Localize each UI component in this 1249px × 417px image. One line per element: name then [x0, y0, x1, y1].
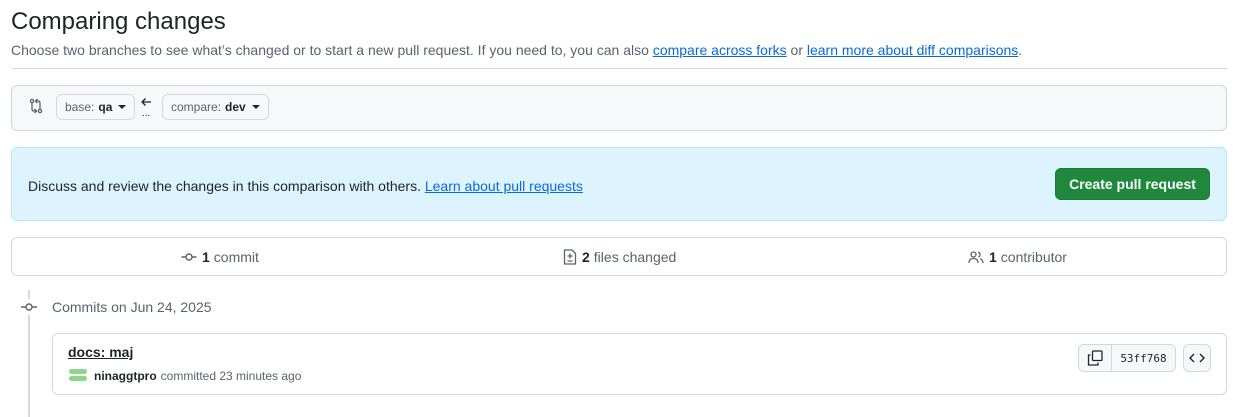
git-commit-icon: [181, 252, 197, 261]
files-count: 2: [582, 248, 590, 265]
base-prefix: base:: [65, 100, 95, 114]
base-branch-name: qa: [98, 100, 113, 114]
flash-message: Discuss and review the changes in this c…: [28, 178, 583, 194]
base-branch-select[interactable]: base: qa: [56, 94, 136, 120]
subtitle-or: or: [786, 42, 807, 58]
header-divider: [11, 68, 1227, 69]
arrow-left-icon: [141, 98, 151, 106]
range-dots: ...: [142, 108, 151, 119]
learn-diff-comparisons-link[interactable]: learn more about diff comparisons: [807, 42, 1018, 58]
learn-pull-requests-link[interactable]: Learn about pull requests: [425, 178, 583, 194]
compare-prefix: compare:: [171, 100, 222, 114]
commit-item: docs: maj ninaggtpro committed 23 minutes…: [52, 333, 1227, 395]
subtitle-end: .: [1018, 42, 1023, 58]
copy-sha-button[interactable]: [1078, 344, 1112, 372]
commits-label: commit: [213, 248, 259, 265]
commits-tab[interactable]: 1 commit: [181, 238, 259, 275]
chevron-down-icon: [251, 105, 260, 109]
avatar[interactable]: [68, 368, 88, 384]
page-subtitle: Choose two branches to see what’s change…: [11, 42, 1022, 58]
git-commit-icon: [20, 299, 38, 315]
commit-meta: ninaggtpro committed 23 minutes ago: [68, 368, 301, 384]
commit-time: committed 23 minutes ago: [160, 369, 302, 383]
code-icon: [1189, 353, 1205, 363]
contributors-label: contributor: [1000, 248, 1067, 265]
people-icon: [968, 250, 984, 263]
page-title: Comparing changes: [11, 8, 226, 35]
create-pull-request-button[interactable]: Create pull request: [1055, 168, 1210, 200]
commit-sha-group: 53ff768: [1078, 344, 1176, 372]
contributors-count: 1: [989, 248, 997, 265]
commit-author[interactable]: ninaggtpro: [94, 369, 157, 383]
files-changed-tab[interactable]: 2 files changed: [563, 238, 676, 275]
files-label: files changed: [593, 248, 677, 265]
pull-request-flash: Discuss and review the changes in this c…: [11, 147, 1227, 221]
flash-text: Discuss and review the changes in this c…: [28, 178, 425, 194]
copy-icon: [1087, 350, 1103, 366]
file-diff-icon: [563, 248, 577, 265]
git-compare-icon: [29, 98, 43, 114]
contributors-tab[interactable]: 1 contributor: [968, 238, 1067, 275]
chevron-down-icon: [118, 105, 127, 109]
browse-repository-button[interactable]: [1183, 344, 1211, 372]
commits-date-heading: Commits on Jun 24, 2025: [52, 299, 212, 315]
commits-count: 1: [202, 248, 210, 265]
commit-message-link[interactable]: docs: maj: [68, 344, 133, 360]
commit-sha-button[interactable]: 53ff768: [1112, 344, 1176, 372]
compare-branch-select[interactable]: compare: dev: [162, 94, 269, 120]
range-editor: base: qa ... compare: dev: [11, 85, 1227, 131]
comparison-summary: 1 commit 2 files changed 1 contributor: [11, 237, 1227, 276]
compare-across-forks-link[interactable]: compare across forks: [653, 42, 787, 58]
subtitle-text: Choose two branches to see what’s change…: [11, 42, 653, 58]
compare-branch-name: dev: [225, 100, 246, 114]
